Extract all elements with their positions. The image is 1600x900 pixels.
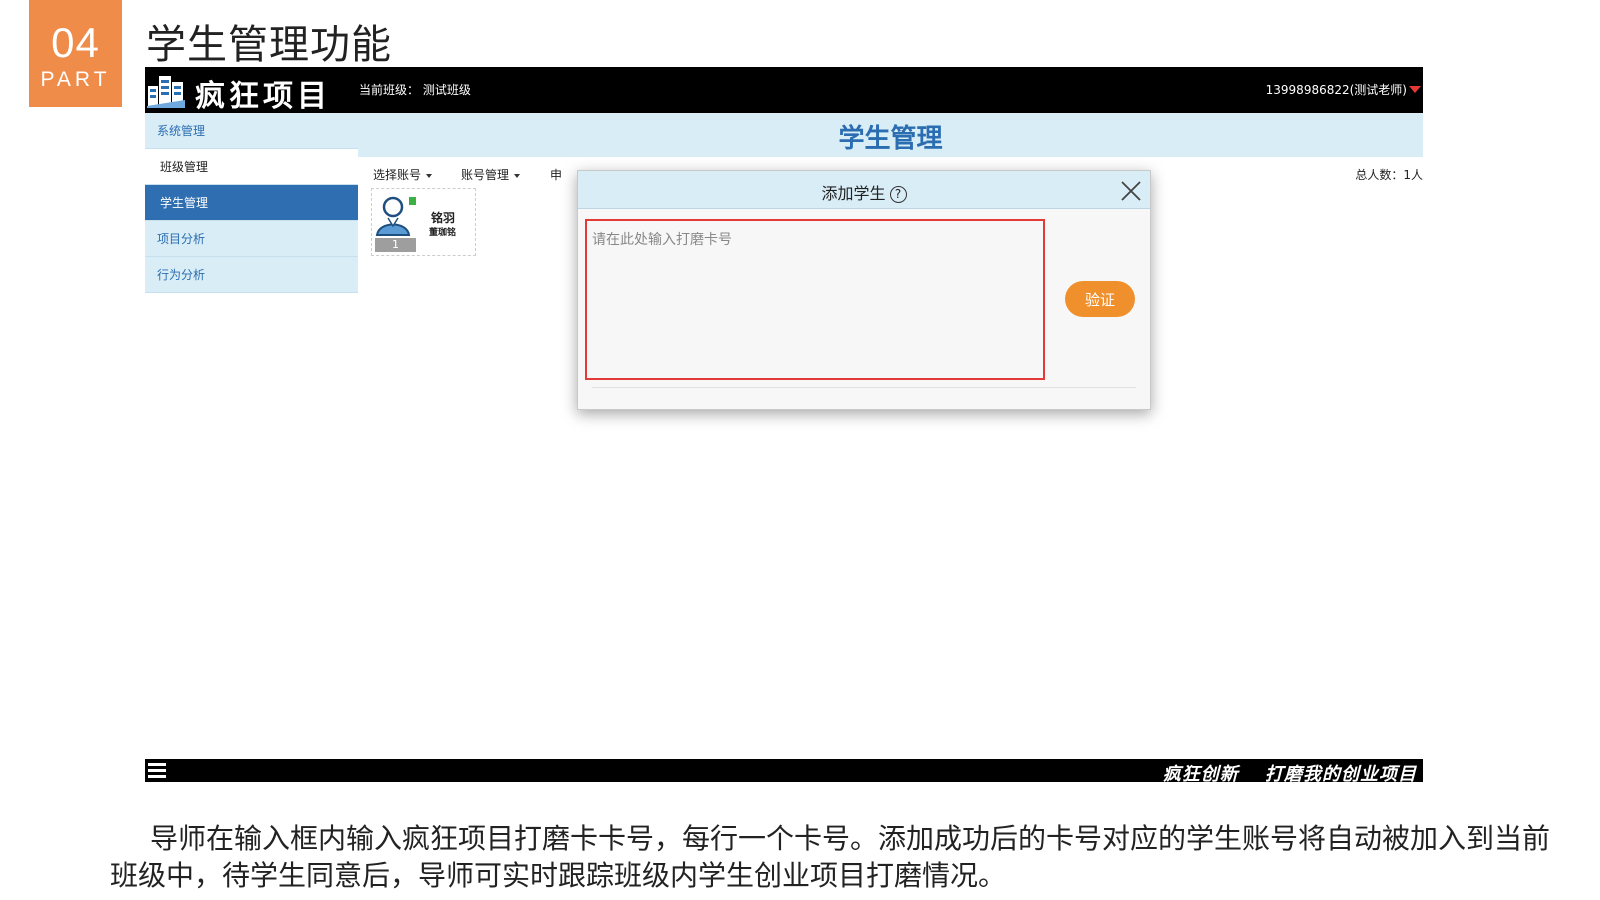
help-circle-icon[interactable]: ? xyxy=(889,186,907,203)
sidebar-item-project-analysis[interactable]: 项目分析 xyxy=(145,221,358,257)
modal-title-text: 添加学生 xyxy=(821,184,886,203)
account-manage-dropdown[interactable]: 账号管理 xyxy=(461,166,521,183)
sidebar-item-class[interactable]: 班级管理 xyxy=(145,149,358,185)
page-title: 学生管理 xyxy=(838,124,943,154)
logo-building-icon xyxy=(147,76,185,108)
slide-description: 导师在输入框内输入疯狂项目打磨卡卡号，每行一个卡号。添加成功后的卡号对应的学生账… xyxy=(110,822,1551,892)
part-number: 04 xyxy=(51,19,100,66)
modal-divider xyxy=(592,387,1136,388)
slide-title: 学生管理功能 xyxy=(146,22,392,68)
footer-bar: 疯狂创新 打磨我的创业项目 xyxy=(145,759,1423,785)
current-class: 当前班级： 测试班级 xyxy=(359,83,471,97)
close-icon[interactable] xyxy=(1120,180,1142,202)
account-manage-label: 账号管理 xyxy=(461,168,510,182)
select-account-dropdown[interactable]: 选择账号 xyxy=(373,166,433,183)
card-number-input[interactable] xyxy=(585,219,1045,380)
apply-button-partial[interactable]: 申 xyxy=(550,166,562,183)
student-name: 铭羽 xyxy=(431,211,456,225)
student-card[interactable]: 1 铭羽 董珈铭 xyxy=(371,188,476,256)
modal-title: 添加学生? xyxy=(578,180,1150,204)
hamburger-menu-icon[interactable] xyxy=(148,762,166,779)
logo-text: 疯狂项目 xyxy=(195,79,331,114)
part-label: PART xyxy=(40,68,111,91)
verify-button[interactable]: 验证 xyxy=(1065,281,1135,317)
student-number: 1 xyxy=(375,238,416,252)
part-badge: 04 PART xyxy=(29,0,122,107)
sidebar-item-behavior-analysis[interactable]: 行为分析 xyxy=(145,257,358,293)
content-header: 学生管理 xyxy=(358,113,1423,157)
sidebar-item-system[interactable]: 系统管理 xyxy=(145,113,358,149)
modal-header: 添加学生? xyxy=(578,171,1150,209)
select-account-label: 选择账号 xyxy=(373,168,422,182)
add-student-modal: 添加学生? 验证 xyxy=(577,170,1151,410)
sidebar-item-students[interactable]: 学生管理 xyxy=(145,185,358,221)
dropdown-caret-icon xyxy=(426,173,433,178)
footer-slogan: 疯狂创新 打磨我的创业项目 xyxy=(1162,764,1417,785)
user-menu[interactable]: 13998986822(测试老师) xyxy=(1266,81,1407,98)
user-caret-icon[interactable] xyxy=(1409,86,1421,93)
total-count: 总人数：1人 xyxy=(1355,168,1423,182)
slide: 04 PART 学生管理功能 疯狂项目 当前班级： 测试班级 139989868… xyxy=(0,0,1600,900)
student-avatar-icon xyxy=(375,196,416,236)
top-bar: 疯狂项目 当前班级： 测试班级 13998986822(测试老师) xyxy=(145,67,1423,114)
sidebar: 系统管理 班级管理 学生管理 项目分析 行为分析 xyxy=(145,113,358,295)
dropdown-caret-icon xyxy=(514,173,521,178)
student-real-name: 董珈铭 xyxy=(429,228,457,238)
